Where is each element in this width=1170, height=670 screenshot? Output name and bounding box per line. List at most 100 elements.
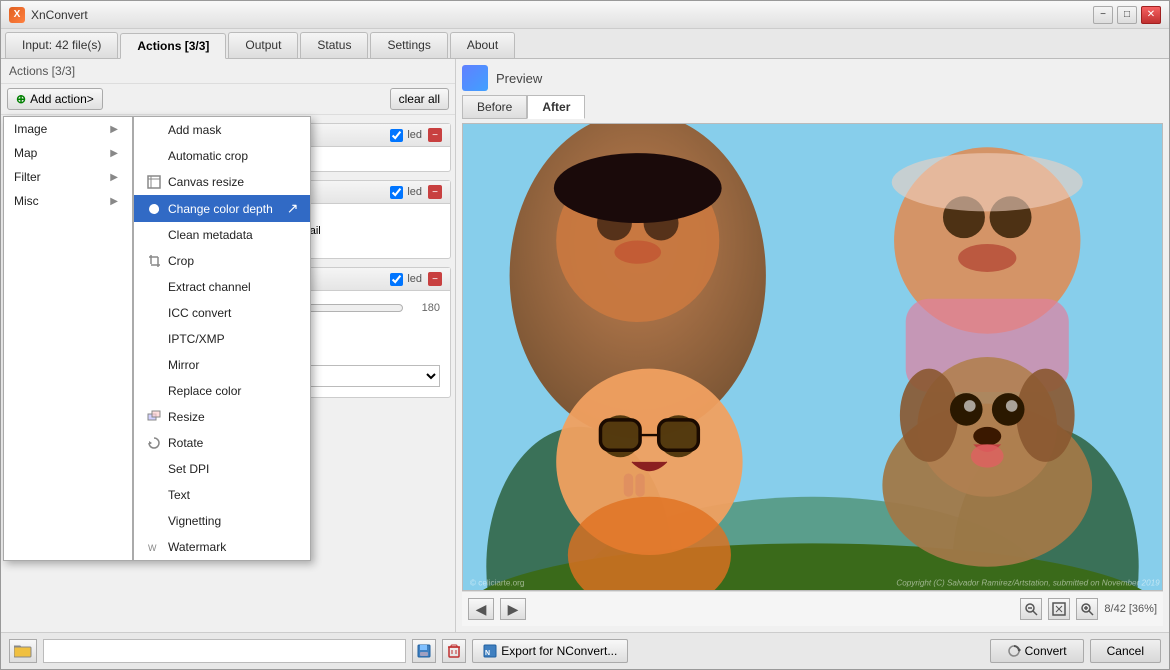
svg-text:W: W [148,543,157,553]
arrow-icon: ▶ [110,148,118,159]
remove-clean-metadata-button[interactable]: − [428,185,442,199]
delete-button[interactable] [442,639,466,663]
title-bar: X XnConvert − □ ✕ [1,1,1169,29]
tab-about[interactable]: About [450,32,515,58]
menu-item-misc[interactable]: Misc ▶ [4,189,132,213]
menu-item-vignetting[interactable]: Vignetting [134,508,310,534]
left-panel: Actions [3/3] ⊕ Add action> clear all Im… [1,59,456,632]
add-action-label: Add action> [30,92,94,106]
menu-item-map[interactable]: Map ▶ [4,141,132,165]
blank-icon [146,487,162,503]
menu-item-text[interactable]: Text [134,482,310,508]
menu-item-icc-convert[interactable]: ICC convert [134,300,310,326]
fit-to-window-button[interactable] [1048,598,1070,620]
clear-all-button[interactable]: clear all [390,88,449,110]
rotate-max-label: 180 [410,302,440,314]
app-icon: X [9,7,25,23]
tab-after[interactable]: After [527,95,585,119]
prev-image-button[interactable]: ◀ [468,598,494,620]
app-window: X XnConvert − □ ✕ Input: 42 file(s) Acti… [0,0,1170,670]
enabled-checkbox-rotate[interactable]: led [390,273,422,286]
tab-input[interactable]: Input: 42 file(s) [5,32,118,58]
tab-before[interactable]: Before [462,95,527,119]
menu-item-iptc-xmp[interactable]: IPTC/XMP [134,326,310,352]
open-folder-button[interactable] [9,639,37,663]
enabled-input-rotate[interactable] [390,273,403,286]
blank-icon [146,227,162,243]
right-panel: Preview Before After [456,59,1169,632]
preview-image: Copyright (C) Salvador Ramirez/Artstatio… [463,124,1162,590]
preview-title: Preview [496,71,542,86]
tab-bar: Input: 42 file(s) Actions [3/3] Output S… [1,29,1169,59]
output-path-input[interactable] [43,639,406,663]
blank-icon [146,383,162,399]
remove-automatic-button[interactable]: − [428,128,442,142]
arrow-icon: ▶ [110,196,118,207]
enabled-checkbox-automatic[interactable]: led [390,129,422,142]
menu-item-automatic-crop[interactable]: Automatic crop [134,143,310,169]
preview-image-container: Copyright (C) Salvador Ramirez/Artstatio… [462,123,1163,591]
crop-icon [146,253,162,269]
color-depth-icon [146,201,162,217]
menu-item-extract-channel[interactable]: Extract channel [134,274,310,300]
preview-icon [462,65,488,91]
rotate-icon [146,435,162,451]
cursor-indicator: ↗ [287,200,299,217]
export-label: Export for NConvert... [501,644,617,658]
menu-item-mirror[interactable]: Mirror [134,352,310,378]
toolbar-row: ⊕ Add action> clear all Image ▶ Map ▶ [1,84,455,115]
tab-settings[interactable]: Settings [370,32,447,58]
menu-item-crop[interactable]: Crop [134,248,310,274]
enabled-input-automatic[interactable] [390,129,403,142]
resize-icon [146,409,162,425]
watermark-icon: W [146,539,162,555]
blank-icon [146,279,162,295]
svg-text:N: N [485,650,490,657]
remove-rotate-button[interactable]: − [428,272,442,286]
menu-item-watermark[interactable]: W Watermark [134,534,310,560]
menu-item-clean-metadata[interactable]: Clean metadata [134,222,310,248]
maximize-button[interactable]: □ [1117,6,1137,24]
svg-text:© celiciarte.org: © celiciarte.org [470,578,524,587]
menu-item-set-dpi[interactable]: Set DPI [134,456,310,482]
menu-item-canvas-resize[interactable]: Canvas resize [134,169,310,195]
preview-controls: ◀ ▶ 8/42 [36%] [462,591,1163,626]
blank-icon [146,357,162,373]
blank-icon [146,305,162,321]
menu-item-image[interactable]: Image ▶ [4,117,132,141]
export-button[interactable]: N Export for NConvert... [472,639,628,663]
tab-status[interactable]: Status [300,32,368,58]
arrow-icon: ▶ [110,124,118,135]
menu-item-rotate[interactable]: Rotate [134,430,310,456]
menu-item-replace-color[interactable]: Replace color [134,378,310,404]
arrow-icon: ▶ [110,172,118,183]
add-action-button[interactable]: ⊕ Add action> [7,88,103,110]
tab-actions[interactable]: Actions [3/3] [120,33,226,59]
preview-header: Preview [462,65,1163,91]
menu-item-resize[interactable]: Resize [134,404,310,430]
bottom-bar: N Export for NConvert... Convert Cancel [1,632,1169,669]
blank-icon [146,331,162,347]
menu-item-filter[interactable]: Filter ▶ [4,165,132,189]
plus-icon: ⊕ [16,92,26,106]
convert-button[interactable]: Convert [990,639,1084,663]
watermark-text: Copyright (C) Salvador Ramirez/Artstatio… [896,578,1160,587]
menu-item-change-color-depth[interactable]: Change color depth ↗ [134,195,310,222]
window-title: XnConvert [31,8,88,22]
convert-label: Convert [1025,644,1067,658]
panel-title: Actions [3/3] [1,59,455,84]
zoom-in-button[interactable] [1076,598,1098,620]
cancel-button[interactable]: Cancel [1090,639,1161,663]
close-button[interactable]: ✕ [1141,6,1161,24]
enabled-input-clean-metadata[interactable] [390,186,403,199]
menu-item-add-mask[interactable]: Add mask [134,117,310,143]
save-config-button[interactable] [412,639,436,663]
content-area: Actions [3/3] ⊕ Add action> clear all Im… [1,59,1169,632]
next-image-button[interactable]: ▶ [500,598,526,620]
enabled-checkbox-clean-metadata[interactable]: led [390,186,422,199]
blank-icon [146,148,162,164]
minimize-button[interactable]: − [1093,6,1113,24]
blank-icon [146,122,162,138]
tab-output[interactable]: Output [228,32,298,58]
zoom-out-button[interactable] [1020,598,1042,620]
